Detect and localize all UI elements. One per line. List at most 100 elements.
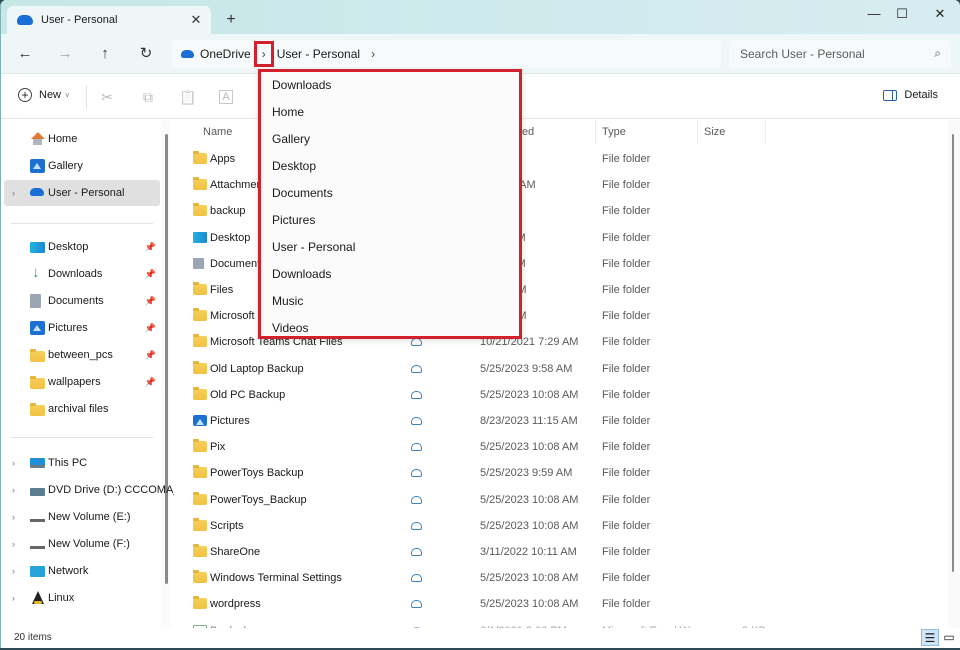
file-row[interactable]: Windows Terminal Settings 5/25/2023 10:08…: [174, 565, 960, 591]
file-name: Microsoft E: [210, 310, 266, 323]
rename-icon[interactable]: A: [219, 90, 233, 104]
dropdown-item-documents[interactable]: Documents: [261, 180, 519, 207]
chevron-right-icon[interactable]: ›: [12, 539, 15, 549]
date-modified: 5/25/2023 10:08 AM: [480, 388, 579, 401]
chevron-right-icon[interactable]: ›: [12, 566, 15, 576]
sidebar-item-label: Desktop: [48, 241, 89, 253]
sidebar-item-gallery[interactable]: Gallery: [4, 153, 160, 179]
search-box[interactable]: Search User - Personal ⌕: [729, 40, 951, 68]
title-bar: User - Personal ✕ + — ☐ ✕: [1, 0, 960, 34]
sidebar-item-label: Documents: [48, 295, 104, 307]
dropdown-item-downloads-onedrive[interactable]: Downloads: [261, 261, 519, 288]
breadcrumb-onedrive[interactable]: OneDrive: [200, 47, 251, 61]
dropdown-item-desktop[interactable]: Desktop: [261, 153, 519, 180]
column-divider[interactable]: [697, 120, 698, 144]
file-row[interactable]: wordpress 5/25/2023 10:08 AM File folder: [174, 591, 960, 617]
details-pane-button[interactable]: Details: [883, 89, 938, 101]
sidebar-item-user-personal[interactable]: › User - Personal: [4, 180, 160, 206]
sidebar-item-desktop[interactable]: Desktop 📌: [4, 234, 160, 260]
file-type: File folder: [602, 205, 651, 218]
search-input[interactable]: Search User - Personal: [740, 47, 865, 61]
address-bar[interactable]: OneDrive › User - Personal ›: [172, 40, 721, 68]
up-button[interactable]: ↑: [93, 43, 117, 65]
tab-user-personal[interactable]: User - Personal ✕: [7, 6, 211, 34]
sidebar-item-this-pc[interactable]: › This PC: [4, 450, 160, 476]
file-row[interactable]: Pix 5/25/2023 10:08 AM File folder: [174, 434, 960, 460]
new-button[interactable]: + New ˅: [18, 88, 70, 102]
sidebar-item-linux[interactable]: › Linux: [4, 585, 160, 611]
column-divider[interactable]: [595, 120, 596, 144]
file-row[interactable]: Old Laptop Backup 5/25/2023 9:58 AM File f…: [174, 356, 960, 382]
chevron-right-icon[interactable]: ›: [12, 512, 15, 522]
breadcrumb-separator-chevron-icon[interactable]: ›: [253, 41, 274, 67]
new-tab-button[interactable]: +: [221, 10, 241, 30]
pin-icon[interactable]: 📌: [145, 350, 156, 361]
sidebar-item-pictures[interactable]: Pictures 📌: [4, 315, 160, 341]
tiles-view-button[interactable]: ▭: [940, 629, 958, 646]
pin-icon[interactable]: 📌: [145, 242, 156, 253]
pin-icon[interactable]: 📌: [145, 377, 156, 388]
sidebar-item-new-volume-f[interactable]: › New Volume (F:): [4, 531, 160, 557]
sidebar-item-downloads[interactable]: Downloads 📌: [4, 261, 160, 287]
documents-icon: [193, 257, 204, 269]
date-modified: 5/25/2023 10:08 AM: [480, 493, 579, 506]
pin-icon[interactable]: 📌: [145, 323, 156, 334]
breadcrumb-separator-chevron-icon[interactable]: ›: [365, 43, 381, 65]
column-header-name[interactable]: Name: [203, 126, 232, 138]
paste-icon[interactable]: 📋: [178, 87, 198, 107]
pin-icon[interactable]: 📌: [145, 296, 156, 307]
sidebar-scrollbar-thumb[interactable]: [165, 134, 168, 584]
onedrive-cloud-icon: [181, 50, 194, 58]
file-row[interactable]: Pictures 8/23/2023 11:15 AM File folder: [174, 408, 960, 434]
file-row[interactable]: PowerToys_Backup 5/25/2023 10:08 AM File f…: [174, 487, 960, 513]
folder-icon: [193, 570, 207, 584]
back-button[interactable]: ←: [13, 43, 37, 65]
folder-icon: [193, 596, 207, 610]
sidebar-item-network[interactable]: › Network: [4, 558, 160, 584]
close-button[interactable]: ✕: [923, 4, 957, 24]
chevron-right-icon[interactable]: ›: [12, 188, 15, 198]
dropdown-item-pictures[interactable]: Pictures: [261, 207, 519, 234]
sidebar-item-dvd-drive[interactable]: › DVD Drive (D:) CCCOMA_: [4, 477, 179, 503]
copy-icon[interactable]: ⧉: [138, 87, 158, 107]
column-header-size[interactable]: Size: [704, 126, 725, 138]
plus-icon: +: [18, 88, 32, 102]
breadcrumb-folder-dropdown: Downloads Home Gallery Desktop Documents…: [258, 69, 522, 339]
pin-icon[interactable]: 📌: [145, 269, 156, 280]
forward-button[interactable]: →: [53, 43, 77, 65]
sidebar-item-wallpapers[interactable]: wallpapers 📌: [4, 369, 160, 395]
dropdown-item-downloads[interactable]: Downloads: [261, 72, 519, 99]
dropdown-item-videos[interactable]: Videos: [261, 315, 519, 342]
onedrive-cloud-icon: [17, 15, 33, 25]
maximize-button[interactable]: ☐: [885, 4, 919, 24]
details-label: Details: [904, 89, 938, 101]
sidebar-item-home[interactable]: Home: [4, 126, 160, 152]
column-divider[interactable]: [765, 120, 766, 144]
file-row[interactable]: ShareOne 3/11/2022 10:11 AM File folder: [174, 539, 960, 565]
cloud-sync-status-icon: [411, 390, 422, 399]
dropdown-item-user-personal[interactable]: User - Personal: [261, 234, 519, 261]
sidebar-item-documents[interactable]: Documents 📌: [4, 288, 160, 314]
cloud-sync-status-icon: [411, 417, 422, 425]
cut-icon[interactable]: ✂: [97, 87, 117, 107]
column-header-type[interactable]: Type: [602, 126, 626, 138]
sidebar-item-label: Pictures: [48, 322, 88, 334]
details-view-button[interactable]: ☰: [921, 629, 939, 646]
sidebar-item-new-volume-e[interactable]: › New Volume (E:): [4, 504, 160, 530]
dropdown-item-music[interactable]: Music: [261, 288, 519, 315]
chevron-right-icon[interactable]: ›: [12, 593, 15, 603]
sidebar-item-archival-files[interactable]: archival files: [4, 396, 160, 422]
chevron-right-icon[interactable]: ›: [12, 458, 15, 468]
file-row[interactable]: Book.xlsx6/1/2021 2:06 PMMicrosoft Excel…: [174, 618, 960, 628]
file-row[interactable]: Old PC Backup 5/25/2023 10:08 AM File fold…: [174, 382, 960, 408]
dropdown-item-home[interactable]: Home: [261, 99, 519, 126]
refresh-button[interactable]: ↻: [134, 43, 158, 65]
breadcrumb-user-personal[interactable]: User - Personal: [277, 47, 360, 61]
tab-close-button[interactable]: ✕: [185, 12, 207, 28]
sidebar-item-between-pcs[interactable]: between_pcs 📌: [4, 342, 160, 368]
dropdown-item-gallery[interactable]: Gallery: [261, 126, 519, 153]
file-row[interactable]: PowerToys Backup 5/25/2023 9:59 AM File fo…: [174, 460, 960, 486]
chevron-right-icon[interactable]: ›: [12, 485, 15, 495]
gallery-icon: [30, 159, 45, 173]
file-row[interactable]: Scripts 5/25/2023 10:08 AM File folder: [174, 513, 960, 539]
